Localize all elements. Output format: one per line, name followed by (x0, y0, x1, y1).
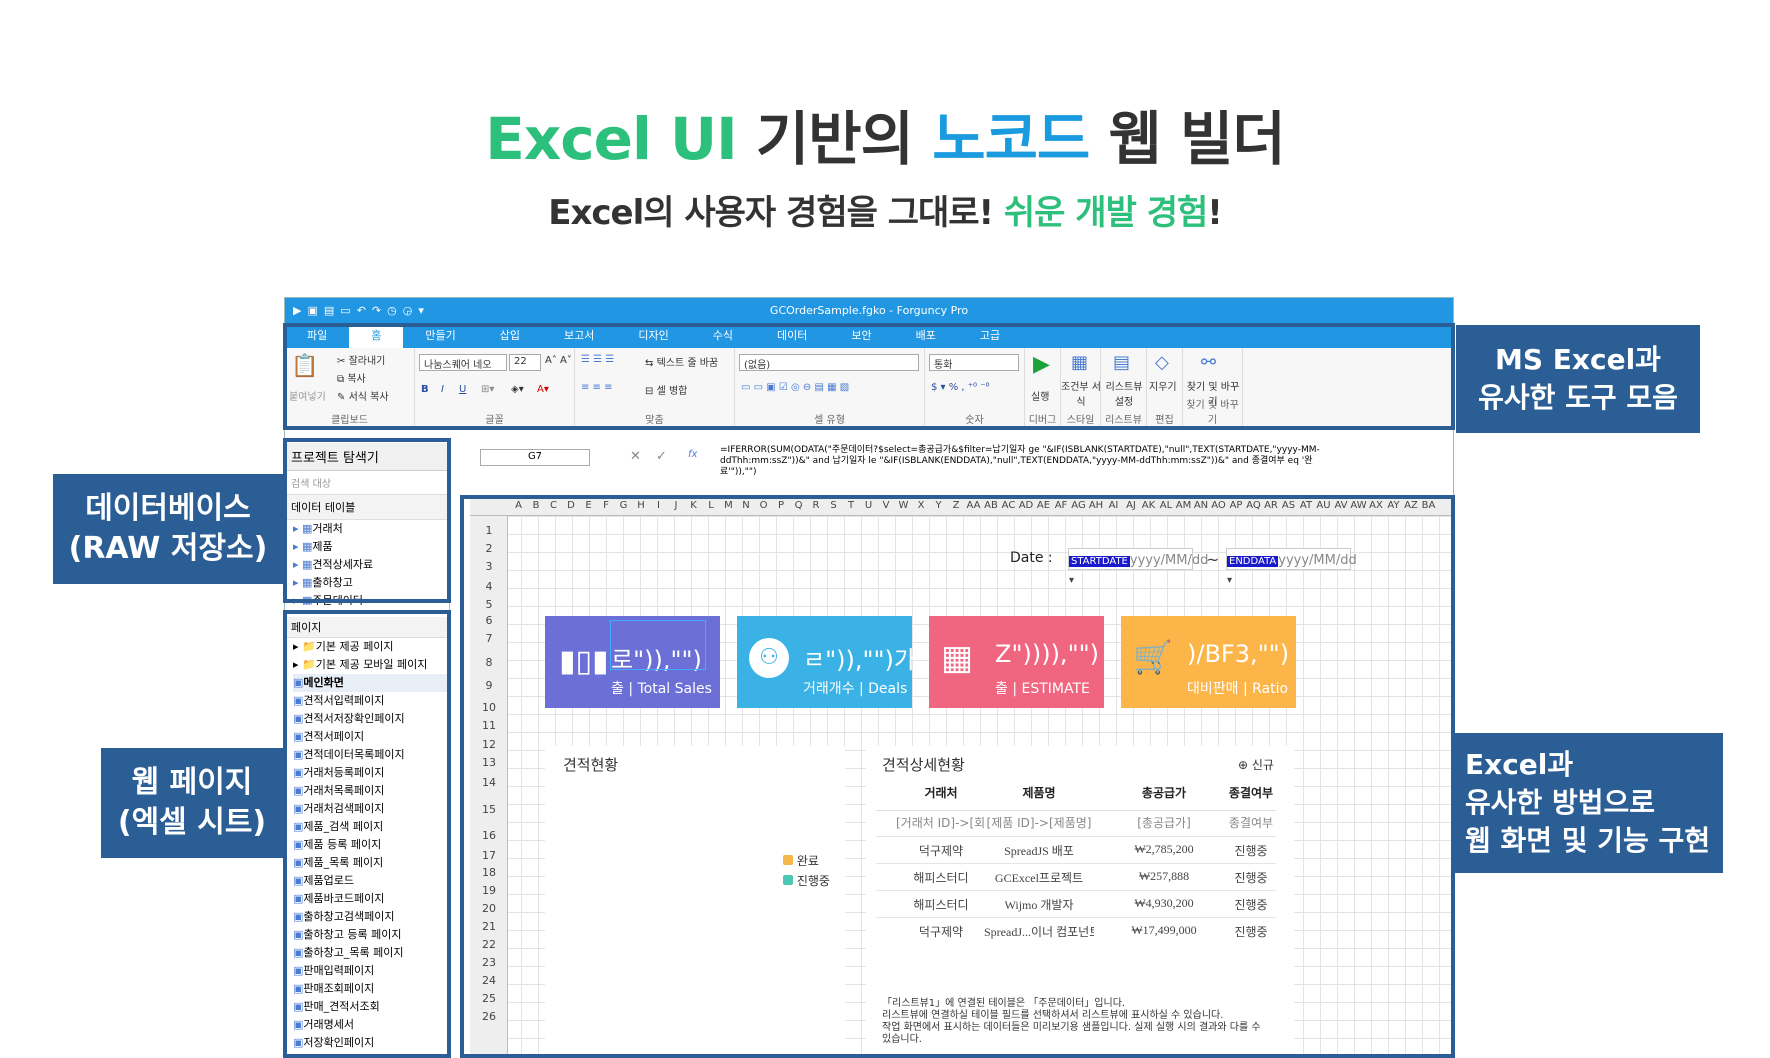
window-title: GCOrderSample.fgko - Forguncy Pro (769, 304, 969, 317)
frame-pages (283, 610, 451, 1058)
callout-line: 유사한 도구 모음 (1478, 381, 1678, 414)
callout-tools: MS Excel과유사한 도구 모음 (1456, 325, 1700, 433)
callout-line: MS Excel과 (1495, 343, 1661, 377)
subtitle-highlight: 쉬운 개발 경험 (1003, 193, 1208, 233)
callout-webpage: 웹 페이지 (엑셀 시트) (101, 748, 283, 858)
title-nocode: 노코드 (932, 105, 1090, 173)
callout-line: 데이터베이스 (85, 490, 251, 526)
callout-line: Excel과 (1465, 748, 1574, 782)
frame-ribbon (283, 323, 1455, 430)
check-icon[interactable]: ✓ (656, 449, 667, 464)
subtitle-end: ! (1207, 193, 1222, 233)
callout-excel-method: Excel과유사한 방법으로 웹 화면 및 기능 구현 (1455, 733, 1723, 873)
callout-line: (엑셀 시트) (117, 805, 267, 840)
callout-line: (RAW 저장소) (68, 531, 268, 566)
title-web-builder: 웹 빌더 (1089, 105, 1285, 173)
callout-line: 웹 화면 및 기능 구현 (1465, 823, 1711, 857)
title-bar: ▶ ▣ ▤ ▭ ↶ ↷ ◷ ◶ ▾ GCOrderSample.fgko - Forguncy … (285, 298, 1453, 324)
hero-subtitle: Excel의 사용자 경험을 그대로! 쉬운 개발 경험! (0, 185, 1770, 234)
name-box[interactable]: G7 (480, 449, 590, 466)
callout-line: 유사한 방법으로 (1465, 786, 1656, 820)
fx-icon[interactable]: fx (688, 449, 697, 460)
frame-data-tables (283, 438, 451, 603)
hero-title: Excel UI 기반의 노코드 웹 빌더 (0, 92, 1770, 176)
callout-line: 웹 페이지 (131, 764, 253, 800)
cancel-icon[interactable]: ✕ (630, 449, 641, 464)
callout-database: 데이터베이스 (RAW 저장소) (53, 474, 283, 584)
subtitle-part: Excel의 사용자 경험을 그대로! (548, 193, 1004, 233)
frame-sheet (460, 495, 1455, 1058)
title-part: 기반의 (736, 105, 933, 173)
title-excel-ui: Excel UI (485, 105, 737, 173)
formula-input[interactable]: =IFERROR(SUM(ODATA("주문데이터?$select=총공급가&$… (720, 445, 1330, 478)
formula-bar: G7 ✕ ✓ fx =IFERROR(SUM(ODATA("주문데이터?$sel… (480, 445, 1453, 485)
